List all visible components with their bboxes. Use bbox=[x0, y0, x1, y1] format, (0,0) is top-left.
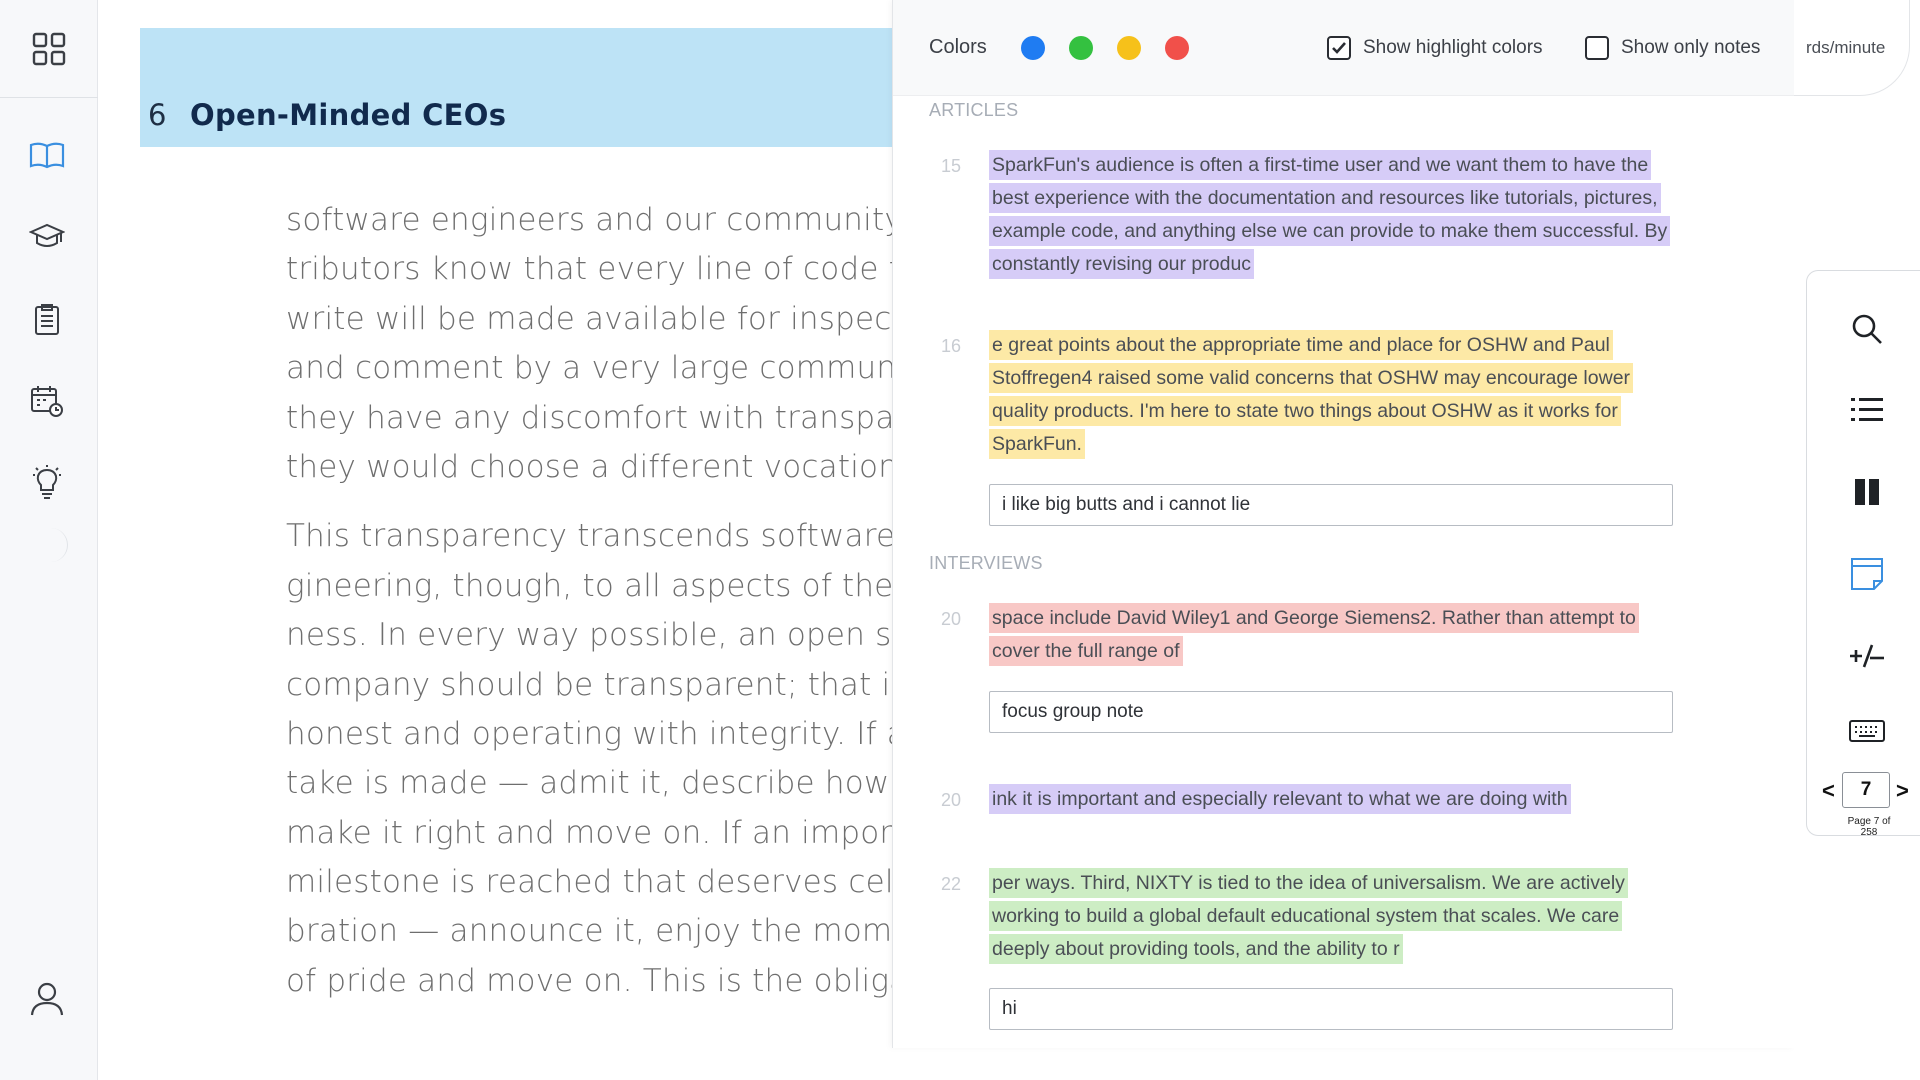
clipboard-icon bbox=[35, 304, 59, 335]
book-line: bration — announce it, enjoy the moment bbox=[286, 913, 892, 950]
section-label-articles: ARTICLES bbox=[929, 100, 1019, 120]
courses-button[interactable] bbox=[24, 214, 70, 260]
book-paragraph: This transparency transcends software en… bbox=[286, 512, 892, 1006]
book-icon bbox=[29, 142, 65, 169]
search-icon bbox=[1852, 314, 1882, 344]
book-line: make it right and move on. If an importa… bbox=[286, 814, 892, 851]
book-line: gineering, though, to all aspects of the… bbox=[286, 567, 892, 604]
color-filter-blue[interactable] bbox=[1021, 36, 1045, 60]
book-body-text[interactable]: software engineers and our community con… bbox=[286, 196, 892, 1006]
profile-button[interactable] bbox=[24, 976, 70, 1022]
list-icon bbox=[1851, 398, 1883, 421]
panel-toolbar: Colors Show highlight colors Show only n… bbox=[893, 0, 1794, 96]
font-size-button[interactable] bbox=[1846, 635, 1888, 677]
book-line: software engineers and our community con… bbox=[286, 202, 892, 238]
checkmark-icon bbox=[1332, 42, 1346, 54]
note-field[interactable]: i like big butts and i cannot lie bbox=[989, 484, 1673, 526]
highlight-page-number: 22 bbox=[941, 874, 962, 894]
apps-grid-button[interactable] bbox=[0, 0, 98, 98]
highlight-item[interactable]: SparkFun's audience is often a first-tim… bbox=[989, 149, 1679, 281]
plus-minus-icon bbox=[1850, 644, 1884, 668]
book-line: of pride and move on. This is the obliga… bbox=[286, 962, 892, 999]
notes-list-button[interactable] bbox=[24, 296, 70, 342]
book-paragraph: software engineers and our community con… bbox=[286, 196, 892, 492]
schedule-button[interactable] bbox=[24, 378, 70, 424]
notes-panel-toggle[interactable] bbox=[1846, 553, 1888, 595]
note-field[interactable]: hi bbox=[989, 988, 1673, 1030]
page-count-label: Page 7 of 258 bbox=[1847, 816, 1891, 838]
highlight-page-number: 15 bbox=[941, 156, 962, 176]
note-field[interactable]: focus group note bbox=[989, 691, 1673, 733]
book-page: software engineers and our community con… bbox=[98, 0, 892, 1048]
book-line: tributors know that every line of code t… bbox=[286, 251, 892, 288]
highlight-text: e great points about the appropriate tim… bbox=[989, 330, 1634, 459]
loading-indicator bbox=[50, 528, 68, 562]
color-filter-yellow[interactable] bbox=[1117, 36, 1141, 60]
book-line: This transparency transcends software en… bbox=[286, 518, 892, 555]
book-line: take is made — admit it, describe how yo… bbox=[286, 765, 892, 802]
highlight-item[interactable]: space include David Wiley1 and George Si… bbox=[989, 602, 1679, 668]
highlight-text: SparkFun's audience is often a first-tim… bbox=[989, 150, 1671, 279]
book-line: ness. In every way possible, an open sou… bbox=[286, 617, 892, 654]
color-filter-red[interactable] bbox=[1165, 36, 1189, 60]
colors-label: Colors bbox=[929, 36, 987, 58]
highlight-text: space include David Wiley1 and George Si… bbox=[989, 603, 1639, 666]
highlight-item[interactable]: ink it is important and especially relev… bbox=[989, 783, 1679, 816]
highlights-notes-panel: Colors Show highlight colors Show only n… bbox=[892, 0, 1794, 1048]
chapter-title: Open-Minded CEOs bbox=[190, 98, 507, 132]
highlight-page-number: 16 bbox=[941, 336, 962, 356]
calendar-clock-icon bbox=[31, 386, 63, 417]
reader-book-button[interactable] bbox=[24, 132, 70, 178]
show-only-notes-checkbox[interactable] bbox=[1585, 36, 1609, 60]
highlight-text: per ways. Third, NIXTY is tied to the id… bbox=[989, 868, 1628, 964]
book-line: write will be made available for inspect… bbox=[286, 300, 892, 337]
section-label-interviews: INTERVIEWS bbox=[929, 553, 1043, 573]
book-line: company should be transparent; that is, … bbox=[286, 666, 892, 703]
keyboard-icon bbox=[1849, 720, 1885, 742]
previous-page-button[interactable]: < bbox=[1822, 778, 1835, 804]
grid-icon bbox=[32, 32, 66, 65]
ideas-button[interactable] bbox=[24, 460, 70, 506]
graduation-cap-icon bbox=[29, 223, 65, 247]
highlight-page-number: 20 bbox=[941, 790, 962, 810]
color-filter-green[interactable] bbox=[1069, 36, 1093, 60]
book-line: milestone is reached that deserves cele- bbox=[286, 864, 892, 901]
search-button[interactable] bbox=[1846, 308, 1888, 350]
book-line: and comment by a very large community. I… bbox=[286, 350, 892, 387]
chapter-number: 6 bbox=[148, 98, 167, 132]
show-highlight-colors-checkbox[interactable] bbox=[1327, 36, 1351, 60]
show-only-notes-label: Show only notes bbox=[1621, 37, 1761, 58]
lightbulb-icon bbox=[33, 465, 61, 499]
highlight-item[interactable]: e great points about the appropriate tim… bbox=[989, 329, 1679, 461]
page-number-input[interactable]: 7 bbox=[1842, 772, 1890, 808]
book-line: honest and operating with integrity. If … bbox=[286, 715, 892, 752]
left-sidebar bbox=[0, 0, 98, 1080]
keyboard-shortcuts-button[interactable] bbox=[1846, 710, 1888, 752]
pause-button[interactable] bbox=[1846, 471, 1888, 513]
book-line: they have any discomfort with transparen… bbox=[286, 399, 892, 436]
sticky-note-icon bbox=[1851, 558, 1883, 590]
book-line: they would choose a different vocation. bbox=[286, 448, 892, 485]
show-highlight-colors-label: Show highlight colors bbox=[1363, 37, 1543, 58]
highlight-page-number: 20 bbox=[941, 609, 962, 629]
next-page-button[interactable]: > bbox=[1896, 778, 1909, 804]
pause-icon bbox=[1855, 479, 1879, 505]
highlight-item[interactable]: per ways. Third, NIXTY is tied to the id… bbox=[989, 867, 1679, 966]
user-icon bbox=[30, 982, 64, 1016]
highlight-text: ink it is important and especially relev… bbox=[989, 784, 1571, 814]
reading-speed-label: rds/minute bbox=[1806, 38, 1886, 57]
table-of-contents-button[interactable] bbox=[1846, 389, 1888, 431]
